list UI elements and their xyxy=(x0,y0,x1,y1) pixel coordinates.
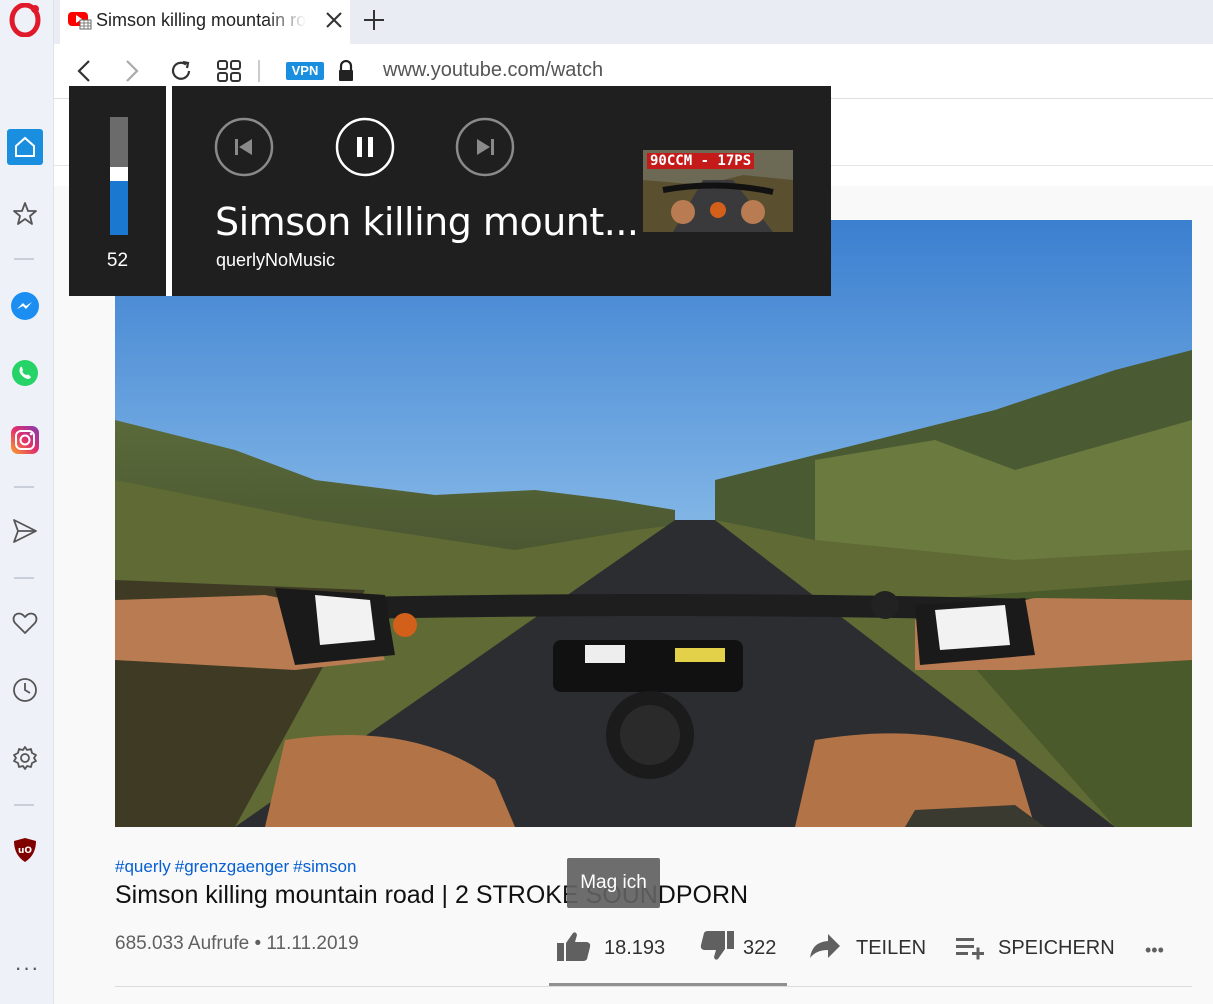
speed-dial-grid-icon[interactable] xyxy=(216,58,242,84)
close-tab-icon[interactable] xyxy=(322,8,346,32)
new-tab-plus-icon[interactable] xyxy=(360,6,388,34)
sidebar-divider xyxy=(14,258,34,260)
share-button[interactable]: TEILEN xyxy=(808,930,926,966)
previous-track-icon[interactable] xyxy=(214,117,274,177)
tab-strip: Simson killing mountain road | 2 STROKE … xyxy=(54,0,1213,44)
back-arrow-icon[interactable] xyxy=(72,58,98,84)
save-label: SPEICHERN xyxy=(998,936,1115,959)
hashtag-link[interactable]: #querly xyxy=(115,857,171,876)
url-field[interactable]: www.youtube.com/watch xyxy=(383,59,603,82)
dislike-button[interactable]: 322 xyxy=(699,930,776,966)
browser-window: uO ··· Simson killing mountain road | 2 … xyxy=(0,0,1213,1004)
thumbs-down-icon xyxy=(699,930,735,967)
lock-icon[interactable] xyxy=(337,59,363,86)
opera-logo-icon[interactable] xyxy=(7,2,43,38)
whatsapp-icon[interactable] xyxy=(7,355,43,391)
youtube-favicon-icon xyxy=(68,10,92,30)
hashtag-link[interactable]: #simson xyxy=(293,857,356,876)
forward-arrow-icon[interactable] xyxy=(118,58,144,84)
sidebar-divider xyxy=(14,804,34,806)
heart-icon[interactable] xyxy=(7,605,43,641)
settings-gear-icon[interactable] xyxy=(7,740,43,776)
thumbnail-caption: 90CCM - 17PS xyxy=(647,153,755,169)
bookmarks-star-icon[interactable] xyxy=(7,196,43,232)
share-label: TEILEN xyxy=(856,936,927,959)
address-divider xyxy=(258,60,260,82)
share-arrow-icon xyxy=(808,932,842,965)
media-title: Simson killing mount... xyxy=(215,200,639,244)
history-clock-icon[interactable] xyxy=(7,672,43,708)
tab-youtube[interactable]: Simson killing mountain road | 2 STROKE … xyxy=(60,0,350,44)
video-player[interactable] xyxy=(115,220,1192,827)
media-controls-overlay: 52 Simson killing mount... querlyNoMusic xyxy=(69,86,831,296)
volume-slider-thumb[interactable] xyxy=(110,167,128,181)
media-thumbnail: 90CCM - 17PS xyxy=(643,150,793,232)
sidebar-divider xyxy=(14,486,34,488)
sidebar-divider xyxy=(14,577,34,579)
volume-slider-fill xyxy=(110,181,128,235)
hashtag-link[interactable]: #grenzgaenger xyxy=(175,857,289,876)
like-button[interactable]: 18.193 xyxy=(556,930,665,966)
ublock-shield-icon[interactable]: uO xyxy=(7,832,43,868)
pause-icon[interactable] xyxy=(335,117,395,177)
opera-sidebar: uO ··· xyxy=(0,0,54,1004)
media-info-panel: Simson killing mount... querlyNoMusic 90… xyxy=(172,86,831,296)
home-icon[interactable] xyxy=(7,129,43,165)
content-divider xyxy=(115,986,1192,987)
volume-slider[interactable] xyxy=(110,117,128,235)
volume-panel: 52 xyxy=(69,86,166,296)
reload-icon[interactable] xyxy=(168,58,194,84)
media-artist: querlyNoMusic xyxy=(216,250,336,270)
vpn-badge[interactable]: VPN xyxy=(286,62,324,80)
svg-text:uO: uO xyxy=(18,846,32,856)
send-arrow-icon[interactable] xyxy=(7,513,43,549)
tab-title: Simson killing mountain road | 2 STROKE … xyxy=(96,10,306,31)
messenger-icon[interactable] xyxy=(7,288,43,324)
save-button[interactable]: SPEICHERN xyxy=(954,930,1115,966)
sidebar-more-button[interactable]: ··· xyxy=(0,955,54,981)
volume-level: 52 xyxy=(106,250,129,271)
add-to-playlist-icon xyxy=(954,932,986,965)
next-track-icon[interactable] xyxy=(455,117,515,177)
like-tooltip: Mag ich xyxy=(567,858,660,908)
hashtag-list: #querly #grenzgaenger #simson xyxy=(115,857,360,877)
thumbs-up-icon xyxy=(556,930,592,967)
like-count: 18.193 xyxy=(604,936,666,959)
more-actions-button[interactable]: ••• xyxy=(1145,932,1164,968)
instagram-icon[interactable] xyxy=(7,422,43,458)
view-count-date: 685.033 Aufrufe • 11.11.2019 xyxy=(115,933,359,954)
dislike-count: 322 xyxy=(743,936,777,959)
video-frame-image xyxy=(115,220,1192,827)
